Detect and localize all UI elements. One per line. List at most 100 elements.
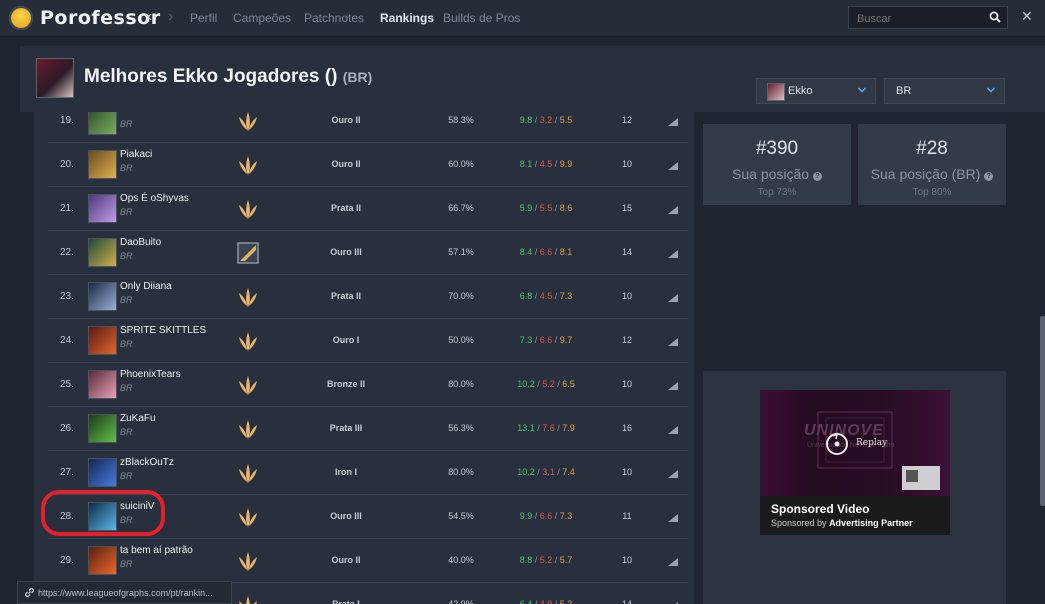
kda-assists: 8.1 [559, 247, 573, 257]
close-icon[interactable]: ✕ [1021, 8, 1033, 25]
kda-deaths: 6.6 [539, 247, 553, 257]
player-name[interactable]: ZuKaFu [120, 413, 156, 424]
player-avatar[interactable] [88, 150, 117, 179]
sponsored-video[interactable]: UNINOVE Universidade Nove de Julho Repla… [760, 390, 950, 535]
table-row[interactable]: 29. ta bem aí patrão BR Ouro II 40.0% 8.8 / 5… [48, 539, 688, 583]
table-row[interactable]: 27. zBlackOuTz BR Iron I 80.0% 10.2 / 3.1 / 7… [48, 451, 688, 495]
table-row[interactable]: 23. Only Diiana BR Prata II 70.0% 6.8 / 4.5 /… [48, 275, 688, 319]
kda-kills: 7.3 [519, 335, 533, 345]
player-region: BR [120, 427, 133, 437]
player-name[interactable]: DaoBuito [120, 237, 161, 248]
table-row[interactable]: 19. BR Ouro II 58.3% 9.8 / 3.2 / 5.5 12 [48, 112, 688, 143]
player-avatar[interactable] [88, 282, 117, 311]
nav-item-patchnotes[interactable]: Patchnotes [304, 11, 364, 25]
player-winrate: 54.5% [448, 511, 474, 521]
kda-kills: 9.8 [519, 115, 533, 125]
nav-item-campeoes[interactable]: Campeões [233, 11, 291, 25]
link-icon [25, 588, 34, 597]
chart-icon[interactable] [667, 598, 679, 604]
porofessor-logo-icon[interactable] [9, 6, 33, 30]
player-region: BR [120, 383, 133, 393]
kda-kills: 8.4 [519, 247, 533, 257]
table-row[interactable]: 24. SPRITE SKITTLES BR Ouro I 50.0% 7.3 / 6.6… [48, 319, 688, 363]
replay-icon[interactable] [824, 431, 850, 457]
row-rank: 29. [60, 555, 74, 566]
chart-icon[interactable] [667, 158, 679, 170]
chart-icon[interactable] [667, 114, 679, 126]
player-avatar[interactable] [88, 112, 117, 135]
player-tier: Prata II [330, 203, 361, 213]
champion-select-icon [767, 83, 785, 101]
chart-icon[interactable] [667, 334, 679, 346]
player-avatar[interactable] [88, 458, 117, 487]
player-region: BR [120, 163, 133, 173]
chevron-down-icon [986, 87, 996, 93]
player-games: 10 [621, 291, 632, 301]
player-name[interactable]: ta bem aí patrão [120, 545, 193, 556]
player-winrate: 58.3% [448, 115, 474, 125]
player-name[interactable]: Piakaci [120, 149, 152, 160]
back-arrow-icon[interactable]: ‹ [147, 8, 152, 26]
player-tier: Prata II [330, 291, 361, 301]
player-avatar[interactable] [88, 414, 117, 443]
table-row[interactable]: 20. Piakaci BR Ouro II 60.0% 8.1 / 4.5 / 9.9 1… [48, 143, 688, 187]
table-row[interactable]: 26. ZuKaFu BR Prata III 56.3% 13.1 / 7.6 / 7.… [48, 407, 688, 451]
stat-region-percentile: Top 80% [912, 187, 952, 198]
jungle-role-icon [236, 373, 260, 397]
player-avatar[interactable] [88, 326, 117, 355]
chart-icon[interactable] [667, 466, 679, 478]
jungle-role-icon [236, 197, 260, 221]
player-name[interactable]: PhoenixTears [120, 369, 181, 380]
champion-select[interactable]: Ekko [756, 78, 876, 104]
help-icon[interactable]: ? [812, 172, 822, 181]
player-region: BR [120, 251, 133, 261]
help-icon[interactable]: ? [984, 172, 994, 181]
app-name[interactable]: Porofessor [40, 7, 161, 29]
chart-icon[interactable] [667, 202, 679, 214]
player-region: BR [120, 119, 133, 129]
stat-global-rank: #390 [755, 138, 799, 159]
stat-region-rank: #28 [916, 138, 948, 159]
chart-icon[interactable] [667, 290, 679, 302]
player-avatar[interactable] [88, 194, 117, 223]
stat-global-label: Sua posição ? [703, 166, 851, 182]
player-avatar[interactable] [88, 546, 117, 575]
kda-kills: 6.4 [519, 599, 533, 604]
player-tier: Ouro II [331, 555, 361, 565]
page-scrollbar[interactable] [1040, 316, 1045, 506]
player-name[interactable]: SPRITE SKITTLES [120, 325, 206, 336]
row-rank: 27. [60, 467, 74, 478]
chart-icon[interactable] [667, 422, 679, 434]
region-select[interactable]: BR [884, 78, 1005, 104]
kda-assists: 7.4 [562, 467, 575, 477]
nav-item-builds-de-pros[interactable]: Builds de Pros [443, 11, 520, 25]
ad-video-frame[interactable]: UNINOVE Universidade Nove de Julho Repla… [760, 390, 950, 496]
jungle-role-icon [236, 112, 260, 133]
kda-deaths: 5.2 [539, 555, 553, 565]
chart-icon[interactable] [667, 378, 679, 390]
player-name[interactable]: Only Diiana [120, 281, 172, 292]
table-row[interactable]: 25. PhoenixTears BR Bronze II 80.0% 10.2 / 5.… [48, 363, 688, 407]
player-avatar[interactable] [88, 370, 117, 399]
table-row[interactable]: 22. DaoBuito BR Ouro III 57.1% 8.4 / 6.6 / 8.… [48, 231, 688, 275]
replay-label[interactable]: Replay [856, 438, 887, 448]
player-winrate: 60.0% [448, 159, 474, 169]
kda-assists: 7.3 [559, 511, 573, 521]
nav-item-perfil[interactable]: Perfil [190, 11, 217, 25]
forward-arrow-icon[interactable]: › [168, 8, 173, 26]
search-icon[interactable] [989, 11, 1001, 23]
player-name[interactable]: Ops É oShyvas [120, 193, 189, 204]
kda-deaths: 3.1 [542, 467, 555, 477]
chart-icon[interactable] [667, 554, 679, 566]
chart-icon[interactable] [667, 510, 679, 522]
chart-icon[interactable] [667, 246, 679, 258]
player-avatar[interactable] [88, 238, 117, 267]
player-tier: Ouro III [330, 247, 362, 257]
ad-panel: UNINOVE Universidade Nove de Julho Repla… [703, 371, 1006, 604]
player-games: 12 [621, 115, 632, 125]
table-row[interactable]: 21. Ops É oShyvas BR Prata II 66.7% 5.9 / 5.5… [48, 187, 688, 231]
nav-item-rankings[interactable]: Rankings [380, 11, 434, 25]
player-name[interactable]: zBlackOuTz [120, 457, 174, 468]
kda-deaths: 3.2 [539, 115, 553, 125]
search-input[interactable] [855, 10, 989, 28]
